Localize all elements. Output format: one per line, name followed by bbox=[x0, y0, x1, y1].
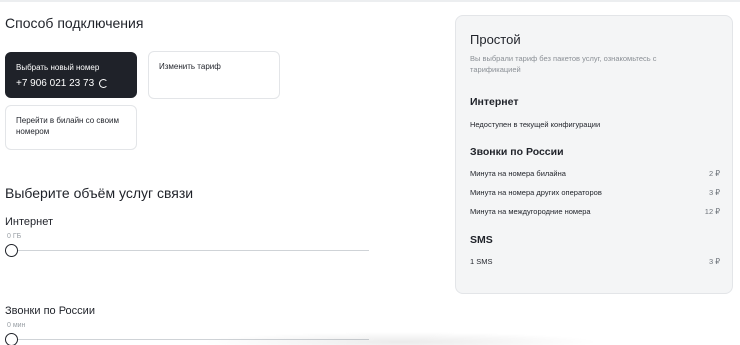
calls-price-name: Минута на номера других операторов bbox=[470, 188, 602, 197]
calls-price-row: Минута на междугородние номера 12 ₽ bbox=[470, 207, 720, 216]
calls-price-name: Минута на междугородние номера bbox=[470, 207, 591, 216]
summary-calls-heading: Звонки по России bbox=[470, 146, 564, 158]
calls-price-value: 12 ₽ bbox=[704, 207, 720, 216]
calls-slider-thumb[interactable] bbox=[5, 333, 18, 345]
summary-internet-status: Недоступен в текущей конфигурации bbox=[470, 120, 601, 129]
internet-slider-track[interactable] bbox=[12, 250, 369, 251]
top-divider bbox=[0, 0, 740, 2]
phone-number: +7 906 021 23 73 bbox=[16, 78, 95, 89]
sms-price-value: 3 ₽ bbox=[708, 257, 720, 266]
tariff-name: Простой bbox=[470, 32, 521, 47]
bottom-bar-shadow bbox=[200, 332, 600, 345]
calls-price-name: Минута на номера билайна bbox=[470, 169, 566, 178]
internet-slider-value: 0 ГБ bbox=[7, 233, 22, 240]
volume-title: Выберите объём услуг связи bbox=[5, 185, 194, 201]
own-number-option[interactable]: Перейти в билайн со своим номером bbox=[5, 105, 137, 150]
calls-price-value: 3 ₽ bbox=[708, 188, 720, 197]
connection-title: Способ подключения bbox=[5, 15, 144, 31]
internet-slider-thumb[interactable] bbox=[5, 244, 18, 257]
calls-slider-value: 0 мин bbox=[7, 322, 26, 329]
new-number-label: Выбрать новый номер bbox=[16, 63, 100, 72]
tariff-summary-panel: Простой Вы выбрали тариф без пакетов усл… bbox=[455, 15, 733, 294]
own-number-label: Перейти в билайн со своим номером bbox=[16, 116, 120, 136]
calls-slider-label: Звонки по России bbox=[5, 305, 95, 317]
new-number-option[interactable]: Выбрать новый номер +7 906 021 23 73 bbox=[5, 52, 137, 98]
sms-price-row: 1 SMS 3 ₽ bbox=[470, 257, 720, 266]
change-tariff-option[interactable]: Изменить тариф bbox=[148, 51, 280, 99]
refresh-spinner-icon[interactable] bbox=[99, 79, 109, 88]
internet-slider-label: Интернет bbox=[5, 216, 53, 228]
calls-price-row: Минута на номера других операторов 3 ₽ bbox=[470, 188, 720, 197]
tariff-description: Вы выбрали тариф без пакетов услуг, озна… bbox=[470, 54, 657, 74]
summary-sms-heading: SMS bbox=[470, 234, 493, 246]
calls-price-row: Минута на номера билайна 2 ₽ bbox=[470, 169, 720, 178]
summary-internet-heading: Интернет bbox=[470, 96, 519, 108]
calls-price-value: 2 ₽ bbox=[708, 169, 720, 178]
sms-price-name: 1 SMS bbox=[470, 257, 493, 266]
change-tariff-label: Изменить тариф bbox=[159, 62, 221, 71]
